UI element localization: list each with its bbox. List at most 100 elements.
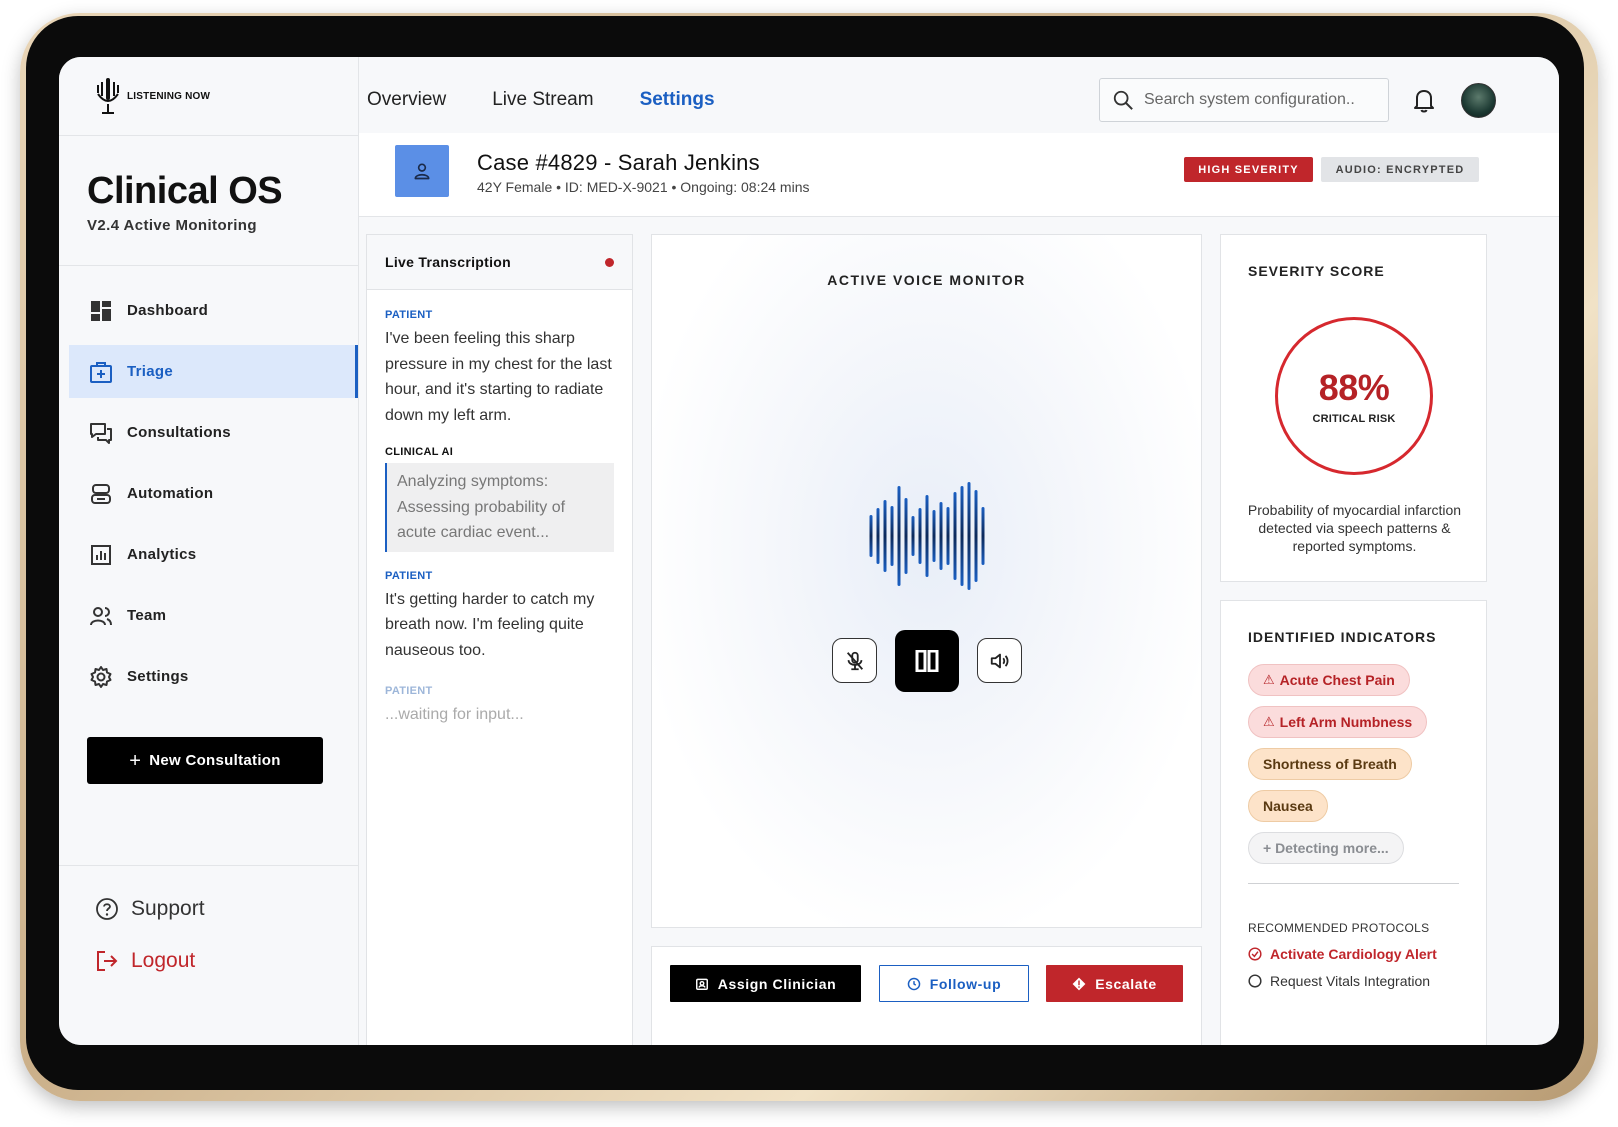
- logo: LISTENING NOW: [59, 57, 358, 136]
- indicator-chip: ⚠ Acute Chest Pain: [1248, 664, 1410, 696]
- brand: Clinical OS V2.4 Active Monitoring: [59, 136, 358, 266]
- severity-label: CRITICAL RISK: [1312, 413, 1396, 425]
- waveform-bar: [946, 507, 950, 565]
- protocol-label: Activate Cardiology Alert: [1270, 946, 1437, 962]
- pause-icon: [915, 650, 939, 672]
- volume-button[interactable]: [977, 638, 1022, 683]
- indicators-title: IDENTIFIED INDICATORS: [1248, 629, 1437, 645]
- tab-live-stream[interactable]: Live Stream: [492, 89, 593, 111]
- bar-chart-icon: [91, 544, 111, 565]
- medical-kit-icon: [90, 361, 112, 383]
- sidebar-item-consultations[interactable]: Consultations: [69, 406, 348, 459]
- waveform-bar: [960, 486, 964, 586]
- waveform-bar: [890, 506, 894, 566]
- new-consultation-button[interactable]: + New Consultation: [87, 737, 323, 784]
- logout-icon: [97, 951, 118, 971]
- assign-label: Assign Clinician: [717, 975, 837, 992]
- patient-icon: [395, 145, 449, 197]
- transcript-message-ai: CLINICAL AI Analyzing symptoms: Assessin…: [367, 446, 632, 552]
- notification-button[interactable]: [1413, 87, 1435, 118]
- search-input[interactable]: [1144, 91, 1374, 109]
- chip-label: Left Arm Numbness: [1279, 714, 1413, 730]
- severity-score: 88%: [1318, 367, 1390, 408]
- waveform-bar: [904, 498, 908, 574]
- help-icon: [96, 898, 118, 920]
- waveform-bar: [953, 492, 957, 580]
- volume-icon: [990, 653, 1008, 668]
- tab-settings[interactable]: Settings: [640, 89, 715, 111]
- gear-icon: [90, 665, 112, 688]
- transcription-header: Live Transcription: [367, 235, 632, 290]
- action-bar: Assign Clinician Follow-up Escalate: [651, 946, 1202, 1045]
- follow-up-label: Follow-up: [929, 975, 1002, 992]
- sidebar-item-label: Triage: [127, 363, 173, 380]
- waveform-bar: [932, 510, 936, 562]
- transcription-panel: Live Transcription PATIENT I've been fee…: [366, 234, 633, 1045]
- sidebar-item-automation[interactable]: Automation: [69, 467, 348, 520]
- follow-up-button[interactable]: Follow-up: [879, 965, 1029, 1002]
- search-box: [1099, 78, 1389, 122]
- sidebar-nav: Dashboard Triage Consultations Automatio…: [59, 266, 358, 703]
- assign-clinician-button[interactable]: Assign Clinician: [670, 965, 861, 1002]
- warning-diamond-icon: [1072, 977, 1086, 990]
- chip-label: Nausea: [1263, 798, 1313, 814]
- transcript-message-pending: PATIENT ...waiting for input...: [367, 685, 632, 728]
- sidebar-item-label: Settings: [127, 668, 189, 685]
- support-label: Support: [131, 897, 205, 920]
- sidebar-item-analytics[interactable]: Analytics: [69, 528, 348, 581]
- protocol-label: Request Vitals Integration: [1270, 973, 1431, 989]
- logout-label: Logout: [131, 949, 196, 972]
- tab-overview[interactable]: Overview: [367, 89, 446, 111]
- transcription-title: Live Transcription: [385, 254, 511, 270]
- severity-ring: 88% CRITICAL RISK: [1275, 317, 1433, 475]
- microphone-logo-icon: [97, 78, 119, 114]
- logout-link[interactable]: Logout: [95, 948, 359, 974]
- id-badge-icon: [695, 978, 708, 990]
- speaker-label: PATIENT: [385, 685, 433, 697]
- waveform-bar: [876, 508, 880, 564]
- empty-circle-icon: [1248, 974, 1262, 988]
- waveform-bar: [939, 502, 943, 570]
- protocol-item-vitals[interactable]: Request Vitals Integration: [1248, 973, 1430, 989]
- escalate-button[interactable]: Escalate: [1046, 965, 1183, 1002]
- waveform-bar: [883, 500, 887, 572]
- robot-icon: [91, 483, 111, 504]
- pause-button[interactable]: [895, 630, 959, 692]
- waveform-bar: [981, 507, 985, 565]
- protocols-title: RECOMMENDED PROTOCOLS: [1248, 921, 1430, 935]
- audio-badge: AUDIO: ENCRYPTED: [1321, 157, 1479, 182]
- message-text: ...waiting for input...: [385, 706, 524, 723]
- indicator-chip: ⚠ Left Arm Numbness: [1248, 706, 1428, 738]
- speaker-label: PATIENT: [385, 569, 433, 582]
- speaker-label: PATIENT: [385, 309, 433, 321]
- new-consultation-label: New Consultation: [149, 752, 281, 769]
- sidebar: LISTENING NOW Clinical OS V2.4 Active Mo…: [59, 57, 359, 1045]
- transcript-message: PATIENT I've been feeling this sharp pre…: [367, 309, 632, 428]
- message-text: It's getting harder to catch my breath n…: [385, 590, 595, 659]
- mute-mic-button[interactable]: [832, 638, 877, 683]
- waveform-bar: [911, 516, 915, 556]
- transcript-message: PATIENT It's getting harder to catch my …: [367, 570, 632, 664]
- ai-message-text: Analyzing symptoms: Assessing probabilit…: [385, 463, 614, 552]
- waveform-bar: [869, 515, 873, 557]
- sidebar-item-label: Consultations: [127, 424, 231, 441]
- support-link[interactable]: Support: [95, 896, 359, 922]
- indicators-panel: IDENTIFIED INDICATORS ⚠ Acute Chest Pain…: [1220, 600, 1487, 1045]
- app-screen: LISTENING NOW Clinical OS V2.4 Active Mo…: [59, 57, 1559, 1045]
- clock-icon: [907, 977, 921, 990]
- sidebar-footer: Support Logout: [59, 865, 359, 1045]
- bell-icon: [1414, 90, 1434, 113]
- severity-description: Probability of myocardial infarction det…: [1247, 502, 1462, 554]
- sidebar-item-dashboard[interactable]: Dashboard: [69, 284, 348, 337]
- waveform-bar: [897, 486, 901, 586]
- waveform-bar: [918, 508, 922, 564]
- sidebar-item-label: Automation: [127, 485, 214, 502]
- avatar[interactable]: [1461, 83, 1496, 118]
- check-circle-icon: [1248, 947, 1262, 961]
- sidebar-item-triage[interactable]: Triage: [69, 345, 358, 398]
- protocol-item-cardiology[interactable]: Activate Cardiology Alert: [1248, 946, 1437, 962]
- sidebar-item-team[interactable]: Team: [69, 589, 348, 642]
- top-tabs: Overview Live Stream Settings: [367, 89, 715, 111]
- severity-badge: HIGH SEVERITY: [1184, 157, 1313, 182]
- sidebar-item-settings[interactable]: Settings: [69, 650, 348, 703]
